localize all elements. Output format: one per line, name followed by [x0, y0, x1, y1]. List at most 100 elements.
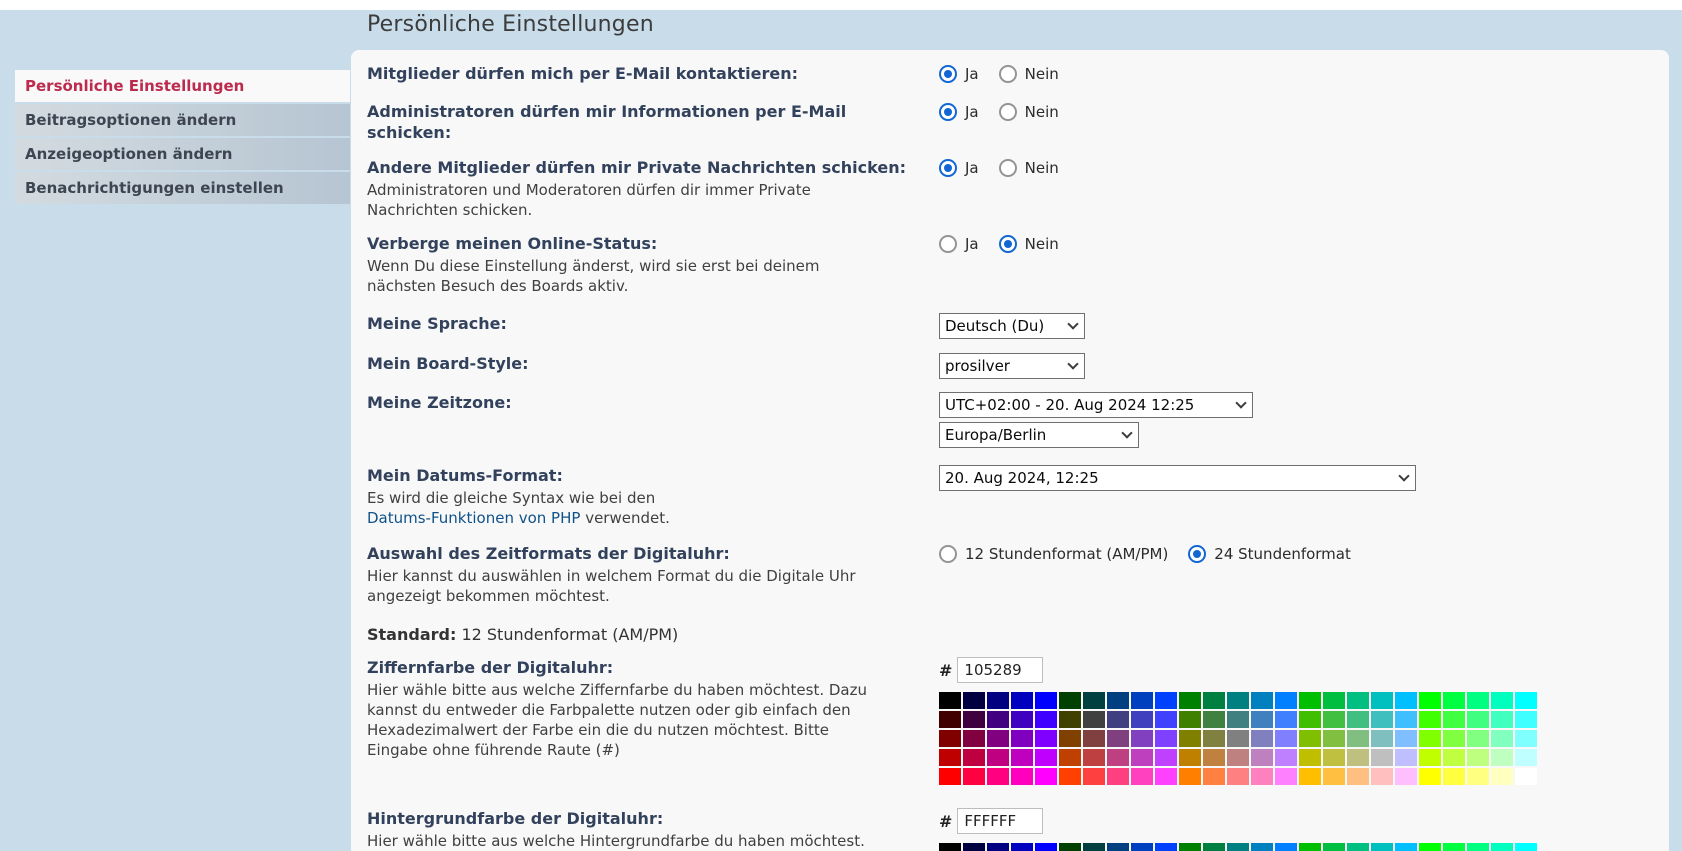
palette-swatch[interactable] — [1203, 730, 1225, 747]
palette-swatch[interactable] — [1251, 692, 1273, 709]
palette-swatch[interactable] — [1059, 843, 1081, 851]
sidebar-item-1[interactable]: Beitragsoptionen ändern — [15, 104, 350, 136]
palette-swatch[interactable] — [1035, 749, 1057, 766]
palette-swatch[interactable] — [939, 730, 961, 747]
palette-swatch[interactable] — [1251, 768, 1273, 785]
palette-swatch[interactable] — [1419, 749, 1441, 766]
palette-swatch[interactable] — [987, 711, 1009, 728]
palette-swatch[interactable] — [1371, 843, 1393, 851]
palette-swatch[interactable] — [1443, 768, 1465, 785]
sidebar-item-3[interactable]: Benachrichtigungen einstellen — [15, 172, 350, 204]
palette-swatch[interactable] — [1491, 692, 1513, 709]
palette-swatch[interactable] — [1347, 768, 1369, 785]
palette-swatch[interactable] — [987, 730, 1009, 747]
palette-swatch[interactable] — [1275, 843, 1297, 851]
palette-swatch[interactable] — [1347, 711, 1369, 728]
admin-email-yes-label[interactable]: Ja — [965, 103, 979, 121]
palette-swatch[interactable] — [1203, 768, 1225, 785]
palette-swatch[interactable] — [1419, 692, 1441, 709]
palette-swatch[interactable] — [1323, 711, 1345, 728]
palette-swatch[interactable] — [1155, 711, 1177, 728]
admin-email-no-radio[interactable] — [999, 103, 1017, 121]
palette-swatch[interactable] — [1419, 730, 1441, 747]
hide-online-no-radio[interactable] — [999, 235, 1017, 253]
palette-swatch[interactable] — [1275, 692, 1297, 709]
timezone-city-select[interactable]: Europa/Berlin — [939, 422, 1139, 448]
palette-swatch[interactable] — [1155, 692, 1177, 709]
palette-swatch[interactable] — [1467, 730, 1489, 747]
palette-swatch[interactable] — [1011, 768, 1033, 785]
palette-swatch[interactable] — [1515, 692, 1537, 709]
palette-swatch[interactable] — [1443, 692, 1465, 709]
private-messages-no-radio[interactable] — [999, 159, 1017, 177]
palette-swatch[interactable] — [1323, 692, 1345, 709]
palette-swatch[interactable] — [1059, 711, 1081, 728]
palette-swatch[interactable] — [1491, 843, 1513, 851]
palette-swatch[interactable] — [1467, 692, 1489, 709]
clock-format-12h-label[interactable]: 12 Stundenformat (AM/PM) — [965, 545, 1168, 563]
palette-swatch[interactable] — [1347, 730, 1369, 747]
palette-swatch[interactable] — [1227, 768, 1249, 785]
palette-swatch[interactable] — [1011, 711, 1033, 728]
palette-swatch[interactable] — [1323, 843, 1345, 851]
palette-swatch[interactable] — [1011, 692, 1033, 709]
language-select[interactable]: Deutsch (Du) — [939, 313, 1085, 339]
palette-swatch[interactable] — [1083, 768, 1105, 785]
clock-format-24h-label[interactable]: 24 Stundenformat — [1214, 545, 1351, 563]
timezone-offset-select[interactable]: UTC+02:00 - 20. Aug 2024 12:25 — [939, 392, 1253, 418]
palette-swatch[interactable] — [1491, 749, 1513, 766]
date-format-select[interactable]: 20. Aug 2024, 12:25 — [939, 465, 1416, 491]
palette-swatch[interactable] — [1179, 843, 1201, 851]
palette-swatch[interactable] — [1299, 843, 1321, 851]
palette-swatch[interactable] — [1491, 730, 1513, 747]
palette-swatch[interactable] — [1275, 749, 1297, 766]
palette-swatch[interactable] — [987, 843, 1009, 851]
palette-swatch[interactable] — [1083, 843, 1105, 851]
private-messages-yes-radio[interactable] — [939, 159, 957, 177]
palette-swatch[interactable] — [1371, 692, 1393, 709]
palette-swatch[interactable] — [1203, 749, 1225, 766]
palette-swatch[interactable] — [1131, 711, 1153, 728]
palette-swatch[interactable] — [1515, 711, 1537, 728]
palette-swatch[interactable] — [1227, 730, 1249, 747]
clock-format-12h-radio[interactable] — [939, 545, 957, 563]
palette-swatch[interactable] — [1155, 768, 1177, 785]
palette-swatch[interactable] — [1443, 711, 1465, 728]
palette-swatch[interactable] — [1395, 711, 1417, 728]
palette-swatch[interactable] — [987, 692, 1009, 709]
sidebar-item-0[interactable]: Persönliche Einstellungen — [15, 70, 350, 102]
palette-swatch[interactable] — [1227, 692, 1249, 709]
palette-swatch[interactable] — [1131, 749, 1153, 766]
palette-swatch[interactable] — [1203, 711, 1225, 728]
palette-swatch[interactable] — [987, 749, 1009, 766]
palette-swatch[interactable] — [1227, 711, 1249, 728]
palette-swatch[interactable] — [1371, 730, 1393, 747]
palette-swatch[interactable] — [1371, 749, 1393, 766]
palette-swatch[interactable] — [1059, 692, 1081, 709]
palette-swatch[interactable] — [1419, 843, 1441, 851]
hide-online-yes-radio[interactable] — [939, 235, 957, 253]
palette-swatch[interactable] — [1443, 749, 1465, 766]
palette-swatch[interactable] — [1035, 692, 1057, 709]
palette-swatch[interactable] — [1515, 730, 1537, 747]
hide-online-no-label[interactable]: Nein — [1025, 235, 1059, 253]
palette-swatch[interactable] — [1515, 843, 1537, 851]
palette-swatch[interactable] — [1011, 749, 1033, 766]
palette-swatch[interactable] — [1491, 768, 1513, 785]
palette-swatch[interactable] — [963, 768, 985, 785]
palette-swatch[interactable] — [1131, 692, 1153, 709]
palette-swatch[interactable] — [1467, 768, 1489, 785]
palette-swatch[interactable] — [1275, 768, 1297, 785]
palette-swatch[interactable] — [1251, 749, 1273, 766]
palette-swatch[interactable] — [1107, 768, 1129, 785]
palette-swatch[interactable] — [1083, 711, 1105, 728]
palette-swatch[interactable] — [1347, 692, 1369, 709]
email-contact-no-radio[interactable] — [999, 65, 1017, 83]
palette-swatch[interactable] — [939, 768, 961, 785]
palette-swatch[interactable] — [939, 692, 961, 709]
palette-swatch[interactable] — [987, 768, 1009, 785]
palette-swatch[interactable] — [1179, 711, 1201, 728]
palette-swatch[interactable] — [963, 730, 985, 747]
palette-swatch[interactable] — [1203, 843, 1225, 851]
palette-swatch[interactable] — [1371, 768, 1393, 785]
